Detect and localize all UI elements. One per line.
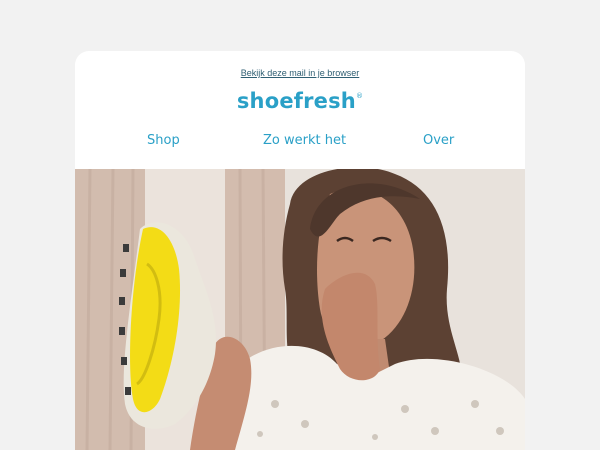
nav-item-how-it-works[interactable]: Zo werkt het <box>263 133 346 148</box>
main-navigation: Shop Zo werkt het Over <box>75 133 525 151</box>
email-card: Bekijk deze mail in je browser shoefresh… <box>75 51 525 450</box>
hero-image[interactable] <box>75 169 525 450</box>
brand-logo[interactable]: shoefresh® <box>75 89 525 113</box>
brand-logo-text: shoefresh <box>236 89 356 113</box>
nav-item-shop[interactable]: Shop <box>147 133 180 148</box>
registered-mark: ® <box>355 92 364 100</box>
hero-photo-illustration <box>75 169 525 450</box>
email-header: Bekijk deze mail in je browser shoefresh… <box>75 51 525 169</box>
view-in-browser-link[interactable]: Bekijk deze mail in je browser <box>75 68 525 78</box>
nav-item-about[interactable]: Over <box>423 133 454 148</box>
